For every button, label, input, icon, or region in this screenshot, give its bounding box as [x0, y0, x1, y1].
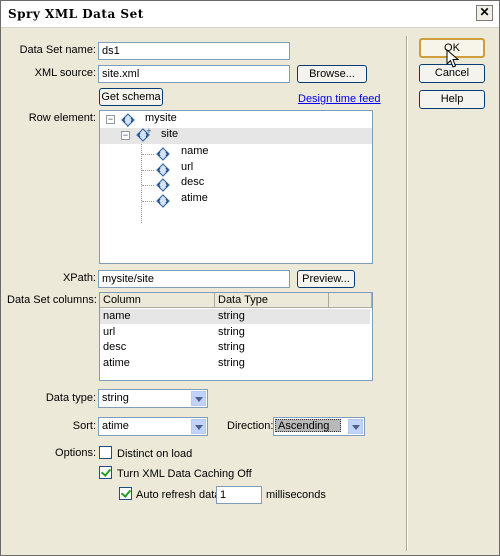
preview-button[interactable]: Preview...	[297, 270, 355, 288]
vertical-separator	[406, 36, 408, 551]
dialog-title: Spry XML Data Set	[8, 7, 144, 21]
close-button[interactable]: ✕	[476, 5, 493, 21]
xml-source-input[interactable]: site.xml	[98, 65, 290, 83]
chevron-down-icon[interactable]	[191, 419, 206, 434]
sort-select[interactable]: atime	[98, 417, 208, 436]
data-set-columns-grid[interactable]: Column Data Type name string url string …	[99, 292, 373, 381]
cell-data-type: string	[218, 341, 245, 353]
browse-button[interactable]: Browse...	[297, 65, 367, 83]
data-set-name-input[interactable]: ds1	[98, 42, 290, 60]
column-header-column[interactable]: Column	[100, 293, 215, 308]
xml-element-icon	[156, 178, 170, 192]
cell-data-type: string	[218, 326, 245, 338]
distinct-on-load-label: Distinct on load	[117, 448, 193, 460]
xml-element-icon	[156, 194, 170, 208]
direction-value: Ascending	[275, 419, 341, 432]
tree-connector	[142, 170, 154, 171]
help-button[interactable]: Help	[419, 90, 485, 109]
sort-value: atime	[102, 420, 129, 432]
tree-connector	[142, 201, 154, 202]
tree-node-child[interactable]: url	[178, 161, 196, 177]
row-element-tree[interactable]: − mysite − + site name	[99, 110, 373, 264]
row-element-label: Row element:	[28, 112, 96, 124]
direction-select[interactable]: Ascending	[273, 417, 365, 436]
repeating-element-icon: +	[136, 128, 151, 142]
get-schema-button[interactable]: Get schema	[99, 88, 163, 106]
data-set-columns-label: Data Set columns:	[7, 294, 97, 306]
turn-caching-off-checkbox[interactable]	[99, 466, 112, 479]
xml-element-icon	[156, 163, 170, 177]
data-type-select[interactable]: string	[98, 389, 208, 408]
auto-refresh-checkbox[interactable]	[119, 487, 132, 500]
tree-connector	[141, 139, 142, 223]
dialog-body: OK Cancel Help Data Set name: ds1 XML so…	[3, 28, 497, 553]
turn-caching-off-label: Turn XML Data Caching Off	[117, 468, 252, 480]
svg-text:+: +	[146, 128, 151, 135]
chevron-down-icon[interactable]	[191, 391, 206, 406]
table-row[interactable]: url string	[100, 325, 370, 340]
tree-node-child[interactable]: atime	[178, 192, 211, 208]
title-bar[interactable]: Spry XML Data Set ✕	[1, 1, 499, 28]
table-row[interactable]: name string	[100, 309, 370, 324]
chevron-down-icon[interactable]	[348, 419, 363, 434]
column-header-data-type[interactable]: Data Type	[215, 293, 329, 308]
xml-source-label: XML source:	[34, 67, 96, 79]
close-icon: ✕	[479, 5, 490, 19]
cell-data-type: string	[218, 310, 245, 322]
direction-label: Direction:	[227, 420, 274, 432]
cell-column: desc	[103, 341, 127, 353]
table-row[interactable]: atime string	[100, 356, 370, 371]
cell-column: atime	[103, 357, 130, 369]
cell-data-type: string	[218, 357, 245, 369]
data-set-name-label: Data Set name:	[19, 44, 96, 56]
xpath-input[interactable]: mysite/site	[98, 270, 290, 288]
tree-connector	[142, 185, 154, 186]
tree-node-row[interactable]: site	[158, 128, 181, 144]
xml-element-icon	[121, 113, 135, 127]
data-type-label: Data type:	[45, 392, 96, 404]
sort-label: Sort:	[72, 420, 96, 432]
auto-refresh-interval-input[interactable]: 1	[216, 486, 262, 504]
collapse-toggle-icon[interactable]: −	[106, 115, 115, 124]
xml-element-icon	[156, 147, 170, 161]
distinct-on-load-checkbox[interactable]	[99, 446, 112, 459]
table-row[interactable]: desc string	[100, 340, 370, 355]
tree-node-child[interactable]: desc	[178, 176, 207, 192]
cell-column: url	[103, 326, 116, 338]
cell-column: name	[103, 310, 131, 322]
data-type-value: string	[102, 392, 129, 404]
options-label: Options:	[55, 447, 96, 459]
mouse-cursor-icon	[446, 49, 460, 68]
tree-node-child[interactable]: name	[178, 145, 212, 161]
column-header-empty	[329, 293, 372, 308]
xpath-label: XPath:	[62, 272, 96, 284]
tree-connector	[142, 154, 154, 155]
dialog-window: Spry XML Data Set ✕ OK Cancel Help Data …	[0, 0, 500, 556]
tree-node-root[interactable]: mysite	[142, 112, 180, 128]
design-time-feed-link[interactable]: Design time feed	[298, 93, 381, 105]
auto-refresh-label: Auto refresh data	[136, 489, 221, 501]
collapse-toggle-icon[interactable]: −	[121, 131, 130, 140]
milliseconds-label: milliseconds	[266, 489, 326, 501]
